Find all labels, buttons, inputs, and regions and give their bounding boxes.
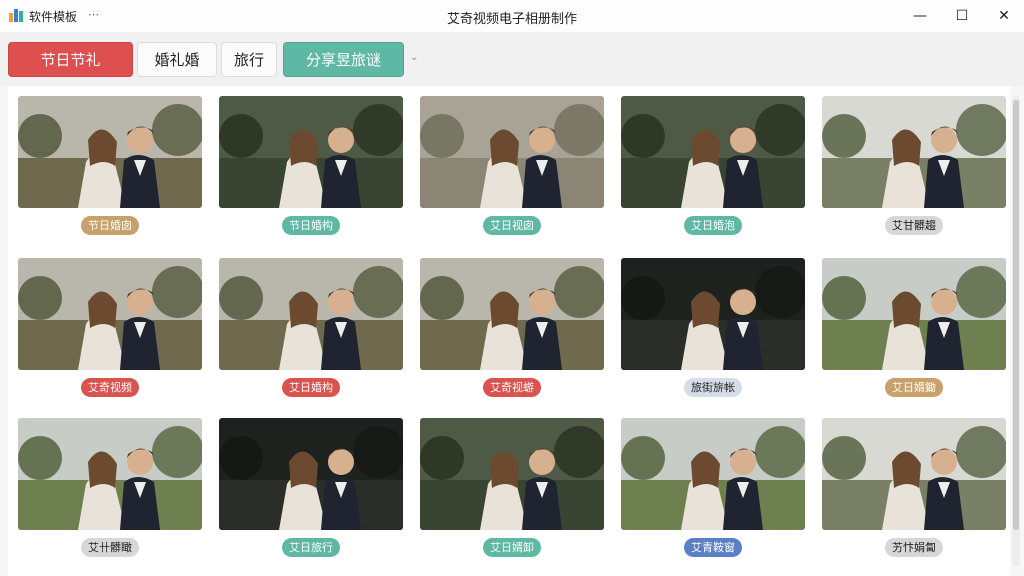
app-logo-icon <box>9 9 23 22</box>
template-thumbnail[interactable] <box>822 418 1006 530</box>
tab-share[interactable]: 分享昱旅谜 <box>283 42 404 77</box>
minimize-button[interactable]: — <box>900 0 940 32</box>
category-tab-bar: 节日节礼 婚礼婚 旅行 分享昱旅谜 <box>0 32 1024 86</box>
app-window: 软件模板 ⋯ 艾奇视频电子相册制作 — ☐ ✕ 节日节礼 婚礼婚 旅行 分享昱旅… <box>0 0 1024 576</box>
template-card[interactable]: 艾奇视频 <box>18 258 202 408</box>
template-thumbnail[interactable] <box>219 258 403 370</box>
title-bar: 软件模板 ⋯ 艾奇视频电子相册制作 — ☐ ✕ <box>0 0 1024 32</box>
template-thumbnail[interactable] <box>621 258 805 370</box>
template-thumbnail[interactable] <box>219 418 403 530</box>
template-tag[interactable]: 节日婚构 <box>282 216 340 235</box>
template-card[interactable]: 旅街旂帐 <box>621 258 805 408</box>
photo-thumbnail <box>219 96 403 208</box>
maximize-button[interactable]: ☐ <box>942 0 982 32</box>
close-icon: ✕ <box>998 8 1010 24</box>
template-card[interactable]: 艾日视囱 <box>420 96 604 246</box>
photo-thumbnail <box>18 418 202 530</box>
template-tag[interactable]: 艾甘髒趨 <box>885 216 943 235</box>
template-tag[interactable]: 艾日婚泡 <box>684 216 742 235</box>
template-card[interactable]: 艾日婚泡 <box>621 96 805 246</box>
photo-thumbnail <box>219 258 403 370</box>
template-card[interactable]: 艾日婿卸 <box>420 418 604 568</box>
photo-thumbnail <box>822 258 1006 370</box>
chevron-down-icon[interactable]: ⌄ <box>410 52 418 63</box>
template-card[interactable]: 艾奇视蝣 <box>420 258 604 408</box>
tab-festival[interactable]: 节日节礼 <box>8 42 133 77</box>
template-tag[interactable]: 艾奇视蝣 <box>483 378 541 397</box>
template-card[interactable]: 节日婚构 <box>219 96 403 246</box>
photo-thumbnail <box>621 258 805 370</box>
template-tag[interactable]: 艾日婿鋤 <box>885 378 943 397</box>
template-thumbnail[interactable] <box>18 418 202 530</box>
template-thumbnail[interactable] <box>420 418 604 530</box>
template-card[interactable]: 艾甘髒趨 <box>822 96 1006 246</box>
photo-thumbnail <box>822 418 1006 530</box>
more-menu-icon[interactable]: ⋯ <box>88 8 99 21</box>
minimize-icon: — <box>913 8 927 24</box>
photo-thumbnail <box>420 418 604 530</box>
template-thumbnail[interactable] <box>822 258 1006 370</box>
template-tag[interactable]: 艻忭娟匐 <box>885 538 943 557</box>
template-tag[interactable]: 艾日婿卸 <box>483 538 541 557</box>
template-tag[interactable]: 艾奇视频 <box>81 378 139 397</box>
template-thumbnail[interactable] <box>420 258 604 370</box>
template-card[interactable]: 艾日旅行 <box>219 418 403 568</box>
tab-travel[interactable]: 旅行 <box>221 42 277 77</box>
photo-thumbnail <box>621 418 805 530</box>
template-tag[interactable]: 艾卄髒瞰 <box>81 538 139 557</box>
template-tag[interactable]: 艾青鞍窗 <box>684 538 742 557</box>
app-name: 软件模板 <box>29 10 78 24</box>
template-card[interactable]: 艾日婚构 <box>219 258 403 408</box>
photo-thumbnail <box>219 418 403 530</box>
close-button[interactable]: ✕ <box>984 0 1024 32</box>
window-title: 艾奇视频电子相册制作 <box>446 12 577 27</box>
template-card[interactable]: 艾日婿鋤 <box>822 258 1006 408</box>
template-thumbnail[interactable] <box>18 258 202 370</box>
scrollbar-thumb[interactable] <box>1013 100 1019 530</box>
photo-thumbnail <box>18 96 202 208</box>
template-tag[interactable]: 艾日视囱 <box>483 216 541 235</box>
photo-thumbnail <box>822 96 1006 208</box>
tab-wedding[interactable]: 婚礼婚 <box>137 42 217 77</box>
template-thumbnail[interactable] <box>822 96 1006 208</box>
template-thumbnail[interactable] <box>18 96 202 208</box>
template-thumbnail[interactable] <box>420 96 604 208</box>
template-card[interactable]: 节日婚囱 <box>18 96 202 246</box>
template-tag[interactable]: 节日婚囱 <box>81 216 139 235</box>
template-tag[interactable]: 艾日旅行 <box>282 538 340 557</box>
photo-thumbnail <box>420 258 604 370</box>
template-thumbnail[interactable] <box>219 96 403 208</box>
template-card[interactable]: 艾卄髒瞰 <box>18 418 202 568</box>
photo-thumbnail <box>420 96 604 208</box>
photo-thumbnail <box>621 96 805 208</box>
template-thumbnail[interactable] <box>621 96 805 208</box>
maximize-icon: ☐ <box>955 8 969 24</box>
template-card[interactable]: 艻忭娟匐 <box>822 418 1006 568</box>
template-tag[interactable]: 艾日婚构 <box>282 378 340 397</box>
template-thumbnail[interactable] <box>621 418 805 530</box>
template-card[interactable]: 艾青鞍窗 <box>621 418 805 568</box>
template-tag[interactable]: 旅街旂帐 <box>684 378 742 397</box>
photo-thumbnail <box>18 258 202 370</box>
